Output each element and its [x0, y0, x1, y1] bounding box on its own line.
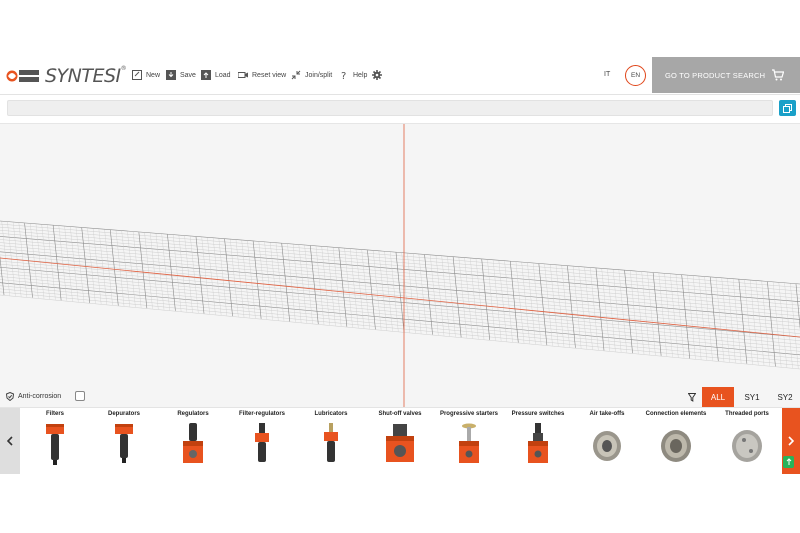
funnel-icon [688, 392, 696, 402]
connection-element-icon [661, 430, 691, 462]
join-split-button[interactable]: Join/split [291, 70, 332, 80]
grid-line [0, 226, 800, 292]
metalwork-logo [6, 70, 39, 82]
load-label: Load [215, 71, 231, 79]
series-sy1-tab[interactable]: SY1 [736, 387, 768, 407]
lubricator-icon [324, 423, 338, 462]
threaded-port-icon [732, 430, 762, 462]
category-progressive-starters[interactable]: Progressive starters [434, 408, 504, 474]
language-it[interactable]: IT [604, 71, 610, 78]
category-label: Progressive starters [439, 411, 499, 417]
shield-icon [6, 391, 14, 401]
filter-unit-icon [46, 424, 64, 465]
join-split-label: Join/split [305, 71, 333, 79]
grid-line [0, 251, 800, 320]
depurator-icon [115, 424, 133, 463]
reset-view-label: Reset view [252, 71, 287, 79]
air-takeoff-icon [593, 431, 621, 461]
load-button[interactable]: Load [201, 70, 231, 80]
category-label: Depurators [107, 411, 140, 417]
series-all-tab[interactable]: ALL [702, 387, 734, 407]
syntesi-logo: SYNTESI® [45, 65, 127, 87]
anti-corrosion-label: Anti-corrosion [18, 392, 62, 400]
gear-icon [372, 70, 382, 80]
category-filters[interactable]: Filters [20, 408, 90, 474]
category-filter-regulators[interactable]: Filter-regulators [227, 408, 297, 474]
category-label: Connection elements [645, 411, 707, 417]
save-label: Save [180, 71, 196, 79]
help-icon: ? [341, 71, 346, 80]
cart-icon [772, 69, 784, 81]
load-icon [201, 70, 211, 80]
language-en[interactable]: EN [625, 65, 646, 86]
scroll-top-button[interactable] [783, 456, 794, 468]
new-button[interactable]: New [132, 70, 160, 80]
category-label: Lubricators [314, 411, 348, 417]
help-label: Help [353, 71, 368, 79]
grid-line [0, 248, 800, 317]
shutoff-valve-icon [386, 424, 414, 462]
copy-button[interactable] [779, 100, 796, 116]
join-split-icon [291, 70, 301, 80]
category-regulators[interactable]: Regulators [158, 408, 228, 474]
filter-regulator-icon [255, 423, 269, 462]
save-button[interactable]: Save [166, 70, 196, 80]
grid-line [0, 285, 800, 359]
configuration-code-field[interactable] [7, 100, 773, 116]
category-lubricators[interactable]: Lubricators [296, 408, 366, 474]
grid-line [0, 270, 800, 341]
grid-plane [0, 124, 800, 443]
reset-view-button[interactable]: Reset view [238, 70, 286, 80]
pressure-switch-icon [528, 423, 548, 463]
top-bar: SYNTESI® New Save Load Reset view Join/s… [0, 57, 800, 95]
chevron-left-icon [7, 436, 13, 446]
grid-line [0, 294, 800, 370]
category-threaded-ports[interactable]: Threaded ports [712, 408, 782, 474]
3d-viewport[interactable] [0, 123, 800, 443]
progressive-starter-icon [459, 423, 479, 463]
new-label: New [146, 71, 161, 79]
go-to-product-search-label: GO TO PRODUCT SEARCH [665, 70, 766, 80]
regulator-icon [183, 423, 203, 463]
category-connection-elements[interactable]: Connection elements [641, 408, 711, 474]
category-shut-off-valves[interactable]: Shut-off valves [365, 408, 435, 474]
grid-line [0, 233, 800, 299]
save-icon [166, 70, 176, 80]
x-axis-line [0, 257, 800, 338]
camera-icon [238, 72, 248, 78]
new-icon [132, 70, 142, 80]
go-to-product-search-button[interactable]: GO TO PRODUCT SEARCH [652, 57, 800, 93]
category-depurators[interactable]: Depurators [89, 408, 159, 474]
category-air-take-offs[interactable]: Air take-offs [572, 408, 642, 474]
category-label: Shut-off valves [378, 411, 422, 417]
grid-line [0, 276, 800, 348]
category-label: Air take-offs [589, 411, 625, 417]
settings-button[interactable] [372, 70, 382, 80]
svg-text:?: ? [341, 71, 346, 80]
grid-line [0, 273, 800, 345]
anti-corrosion-filter[interactable]: Anti-corrosion [6, 391, 86, 401]
series-filter-button[interactable] [683, 387, 701, 407]
anti-corrosion-checkbox[interactable] [75, 391, 86, 401]
component-carousel: Filters Depurators Regulators Filter-reg… [0, 407, 800, 474]
chevron-right-icon [788, 436, 794, 446]
category-label: Threaded ports [725, 411, 769, 417]
grid-line [0, 230, 800, 295]
syntesi-app: SYNTESI® New Save Load Reset view Join/s… [0, 57, 800, 474]
series-sy2-tab[interactable]: SY2 [770, 387, 800, 407]
category-label: Pressure switches [511, 411, 565, 417]
grid-line [0, 291, 800, 366]
category-label: Regulators [177, 411, 209, 417]
arrow-up-icon [786, 458, 791, 465]
category-pressure-switches[interactable]: Pressure switches [503, 408, 573, 474]
copy-icon [783, 103, 792, 113]
category-label: Filter-regulators [238, 411, 285, 417]
help-button[interactable]: ? Help [339, 70, 367, 80]
carousel-prev-button[interactable] [0, 408, 20, 474]
grid-line [0, 254, 800, 324]
category-label: Filters [45, 411, 64, 417]
